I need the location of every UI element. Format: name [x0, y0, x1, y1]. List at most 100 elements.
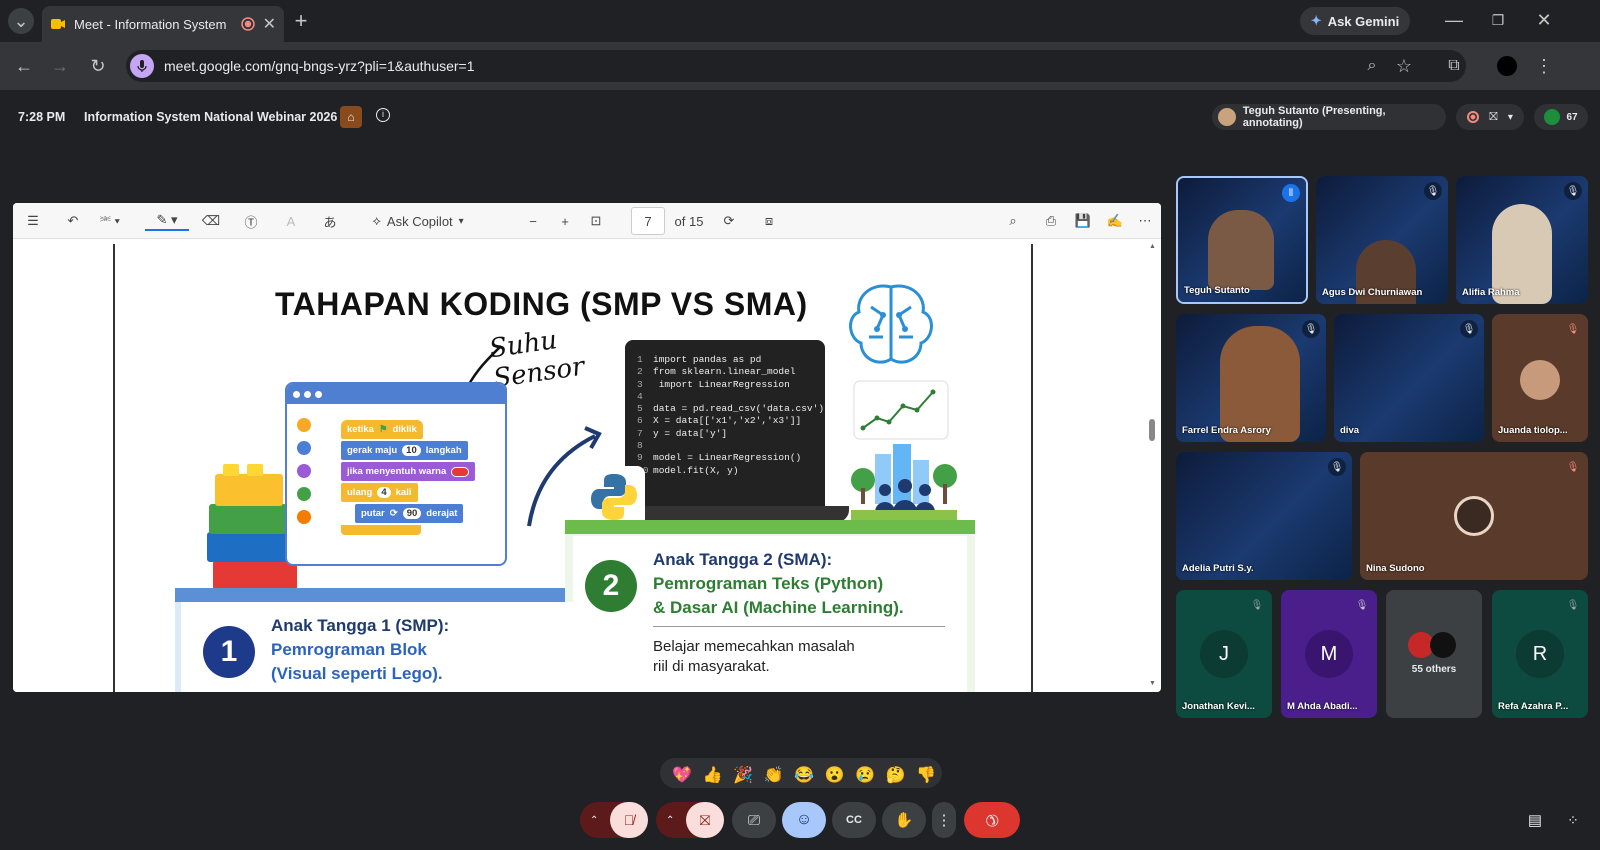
reload-icon: ↻ — [90, 55, 106, 76]
participant-tile[interactable]: 🎙 diva — [1334, 314, 1484, 442]
contents-icon[interactable]: ☰ — [23, 211, 43, 231]
mic-off-icon: 🎙 — [1424, 182, 1442, 200]
scrollbar-thumb[interactable] — [1149, 419, 1155, 441]
print-icon[interactable]: ⎙ — [1041, 211, 1061, 231]
scroll-up-icon[interactable]: ▲ — [1149, 243, 1156, 250]
step2-badge: 2 — [585, 560, 637, 612]
zoom-out-icon[interactable]: − — [523, 211, 543, 231]
participant-tile[interactable]: J 🎙 Jonathan Kevi... — [1176, 590, 1272, 718]
camera-off-icon[interactable]: ⛝ — [686, 802, 724, 838]
zoom-button[interactable]: ⌕ — [1360, 54, 1384, 78]
arrow-left-icon: ← — [15, 55, 33, 76]
save-icon[interactable]: 💾 — [1073, 211, 1093, 231]
chevron-up-icon[interactable]: ⌃ — [666, 815, 674, 826]
scratch-script: ketika ⚑ diklik gerak maju 10 langkah jika m… — [341, 420, 476, 535]
info-icon[interactable]: i — [376, 108, 390, 122]
participant-tile[interactable]: 🎙 Alifia Rahma — [1456, 176, 1588, 304]
close-window-button[interactable]: ✕ — [1532, 8, 1556, 32]
code-text: model = LinearRegression() — [653, 452, 802, 464]
line-number: 7 — [637, 427, 643, 439]
line-number: 6 — [637, 415, 643, 427]
code-line: 1 import pandas as pd — [637, 354, 815, 366]
tab-search-button[interactable]: ⌄ — [8, 8, 34, 34]
chevron-up-icon[interactable]: ⌃ — [590, 815, 598, 826]
participant-name: Teguh Sutanto — [1184, 285, 1250, 296]
reaction-emoji[interactable]: 😂 — [790, 765, 818, 785]
participant-tile[interactable]: 🎙 Juanda tiolop... — [1492, 314, 1588, 442]
bookmark-button[interactable]: ☆ — [1392, 54, 1416, 78]
address-bar[interactable]: meet.google.com/gnq-bngs-yrz?pli=1&authu… — [126, 50, 1466, 82]
camera-control[interactable]: ⌃ ⛝ — [656, 802, 724, 838]
scratch-categories — [297, 418, 313, 524]
participant-tile[interactable]: 🎙 Agus Dwi Churniawan — [1316, 176, 1448, 304]
close-tab-icon[interactable]: ✕ — [263, 14, 276, 34]
minimize-button[interactable]: — — [1442, 8, 1466, 32]
participant-avatar — [1520, 360, 1560, 400]
forward-button[interactable]: → — [46, 52, 74, 80]
more-vert-icon: ⋮ — [936, 812, 952, 829]
recording-chip[interactable]: ⛝ ▾ — [1456, 104, 1524, 130]
reaction-emoji[interactable]: 😢 — [851, 765, 879, 785]
active-tab[interactable]: Meet - Information System ✕ — [42, 6, 284, 42]
participant-tile[interactable]: M 🎙 M Ahda Abadi... — [1281, 590, 1377, 718]
more-options-button[interactable]: ⋮ — [932, 802, 956, 838]
page-view-icon[interactable]: ⧈ — [759, 211, 779, 231]
present-button[interactable]: ⎚ — [732, 802, 776, 838]
extensions-button[interactable]: ⧉ — [1442, 54, 1466, 78]
reaction-emoji[interactable]: 👎 — [912, 765, 940, 785]
new-tab-button[interactable]: + — [288, 8, 314, 34]
reload-button[interactable]: ↻ — [84, 52, 112, 80]
zoom-in-icon[interactable]: + — [555, 211, 575, 231]
restore-button[interactable]: ❐ — [1486, 8, 1510, 32]
draw-button[interactable]: ✎ ▾ — [145, 211, 189, 231]
presenter-chip[interactable]: Teguh Sutanto (Presenting, annotating) — [1212, 104, 1446, 130]
menu-button[interactable]: ⋮ — [1532, 54, 1556, 78]
rotate-icon[interactable]: ⟳ — [719, 211, 739, 231]
reaction-emoji[interactable]: 🤔 — [882, 765, 910, 785]
more-icon[interactable]: ⋯ — [1135, 211, 1155, 231]
ask-gemini-button[interactable]: ✦ Ask Gemini — [1300, 7, 1410, 35]
step2-body-1: Belajar memecahkan masalah — [653, 638, 855, 655]
pdf-scrollbar[interactable]: ▲ ▼ — [1147, 243, 1157, 687]
captions-button[interactable]: CC — [832, 802, 876, 838]
reactions-button[interactable]: ☺ — [782, 802, 826, 838]
text-icon[interactable]: Ⓣ — [241, 211, 261, 231]
ask-copilot-button[interactable]: ⟡ Ask Copilot ▾ — [363, 211, 473, 231]
scroll-down-icon[interactable]: ▼ — [1149, 680, 1156, 687]
reaction-emoji[interactable]: 😮 — [821, 765, 849, 785]
raise-hand-button[interactable]: ✋ — [882, 802, 926, 838]
participant-name: Farrel Endra Asrory — [1182, 425, 1271, 436]
browser-toolbar: ← → ↻ meet.google.com/gnq-bngs-yrz?pli=1… — [0, 42, 1600, 90]
participant-count: 67 — [1566, 111, 1578, 123]
reaction-emoji[interactable]: 🎉 — [729, 765, 757, 785]
leave-call-button[interactable]: ✆ — [964, 802, 1020, 838]
participant-tile[interactable]: ⦀ Teguh Sutanto — [1176, 176, 1308, 304]
reaction-emoji[interactable]: 💖 — [668, 765, 696, 785]
line-number: 5 — [637, 403, 643, 415]
participant-tile[interactable]: 🎙 Nina Sudono — [1360, 452, 1588, 580]
translate-icon[interactable]: あ — [319, 211, 341, 231]
reaction-emoji[interactable]: 👍 — [699, 765, 727, 785]
fit-page-icon[interactable]: ⊡ — [585, 211, 607, 231]
chat-button[interactable]: ▤ — [1520, 802, 1550, 838]
save-as-icon[interactable]: ✍ — [1105, 211, 1125, 231]
pdf-body[interactable]: TAHAPAN KODING (SMP VS SMA) 1 import pan… — [13, 239, 1161, 692]
highlight-icon[interactable]: ⎃ ▾ — [95, 211, 125, 231]
back-button[interactable]: ← — [10, 52, 38, 80]
profile-avatar[interactable] — [1497, 56, 1517, 76]
participant-tile[interactable]: 🎙 Farrel Endra Asrory — [1176, 314, 1326, 442]
read-aloud-icon[interactable]: A — [281, 211, 301, 231]
eraser-icon[interactable]: ⌫ — [201, 211, 221, 231]
participant-tile[interactable]: R 🎙 Refa Azahra P... — [1492, 590, 1588, 718]
search-icon[interactable]: ⌕ — [1003, 211, 1023, 231]
page-number-input[interactable]: 7 — [631, 207, 665, 235]
site-info-icon[interactable] — [130, 54, 154, 78]
people-count-chip[interactable]: 67 — [1534, 104, 1588, 130]
reaction-emoji[interactable]: 👏 — [760, 765, 788, 785]
mic-off-icon[interactable]: 🎙̸ — [610, 802, 648, 838]
participant-tile[interactable]: 🎙 Adelia Putri S.y. — [1176, 452, 1352, 580]
activities-button[interactable]: ⁘ — [1558, 802, 1588, 838]
mic-control[interactable]: ⌃ 🎙̸ — [580, 802, 648, 838]
undo-icon[interactable]: ↶ — [63, 211, 83, 231]
others-tile[interactable]: 55 others — [1386, 590, 1482, 718]
